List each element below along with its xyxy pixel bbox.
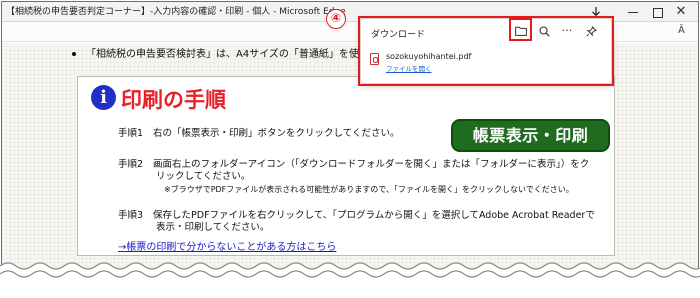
print-view-button[interactable]: 帳票表示・印刷 (451, 119, 610, 152)
step-3-label: 手順3 (118, 210, 144, 221)
step-3: 手順3 保存したPDFファイルを右クリックして、「プログラムから開く」を選択してA… (118, 210, 595, 222)
procedure-heading: 印刷の手順 (121, 88, 226, 112)
window-title: 【相続税の申告要否判定コーナー】-入力内容の確認・印刷 - 個人 - Micro… (6, 7, 346, 17)
bullet-text: 「相続税の申告要否検討表」は、A4サイズの「普通紙」を使 (72, 45, 359, 60)
help-link[interactable]: →帳票の印刷で分からないことがある方はこちら (118, 238, 336, 253)
step-2-label: 手順2 (118, 159, 144, 170)
browser-note: ※ブラウザでPDFファイルが表示される可能性がありますので、「ファイルを開く」を… (164, 185, 574, 194)
step-2-text-line1: 画面右上のフォルダーアイコン（「ダウンロードフォルダーを開く」または「フォルダー… (153, 159, 590, 170)
step-1-text: 右の「帳票表示・印刷」ボタンをクリックしてください。 (153, 128, 400, 139)
minimize-button[interactable] (622, 3, 644, 21)
annotation-step-marker: ④ (326, 9, 346, 29)
print-procedure-panel: i 印刷の手順 帳票表示・印刷 手順1 右の「帳票表示・印刷」ボタンをクリックして… (77, 76, 615, 256)
step-2-continued: リックしてください。 (156, 171, 251, 182)
step-3-continued: 表示・印刷してください。 (156, 222, 270, 233)
step-1-label: 手順1 (118, 128, 144, 139)
step-3-text-line1: 保存したPDFファイルを右クリックして、「プログラムから開く」を選択してAdob… (153, 210, 595, 221)
annotation-downloads-highlight (358, 16, 614, 86)
read-aloud-icon[interactable]: Â (678, 25, 685, 36)
annotation-folder-highlight (509, 18, 532, 41)
step-2: 手順2 画面右上のフォルダーアイコン（「ダウンロードフォルダーを開く」または「フォ… (118, 159, 589, 171)
torn-edge (0, 262, 700, 284)
screenshot: 【相続税の申告要否判定コーナー】-入力内容の確認・印刷 - 個人 - Micro… (0, 0, 700, 298)
info-icon: i (91, 85, 116, 110)
step-1: 手順1 右の「帳票表示・印刷」ボタンをクリックしてください。 (118, 128, 399, 140)
bullet-text-label: 「相続税の申告要否検討表」は、A4サイズの「普通紙」を使 (86, 49, 359, 60)
maximize-button[interactable] (646, 3, 668, 21)
bullet-dot (72, 52, 76, 56)
close-button[interactable]: ✕ (670, 3, 692, 21)
